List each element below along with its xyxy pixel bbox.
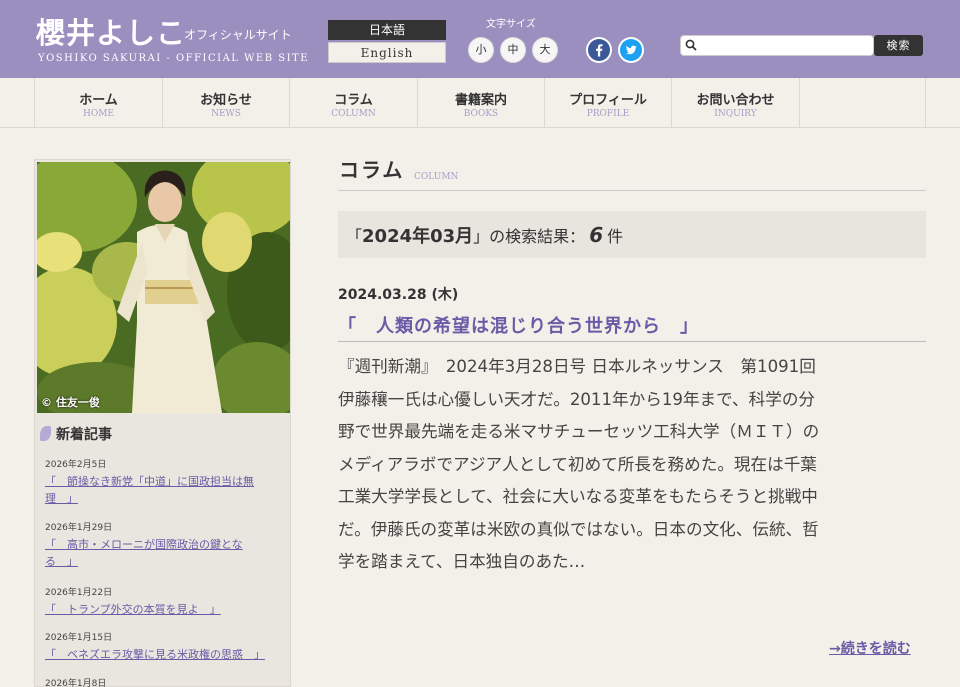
article-divider [338,341,926,342]
nav-item-empty [799,78,926,128]
news-list-item: 2026年2月5日 「 節操なき新党「中道」に国政担当は無理 」 [45,457,283,507]
nav-label-en: COLUMN [331,109,376,119]
news-link-line: る 」 [45,555,78,568]
new-articles-heading-label: 新着記事 [56,427,112,443]
article-line: だ。伊藤氏の変革は米欧の真似ではない。日本の文化、伝統、哲 [338,519,819,539]
title-divider [338,190,926,191]
nav-item-profile[interactable]: プロフィール PROFILE [544,78,671,128]
result-count: 6 [589,223,604,247]
main-nav: ホーム HOME お知らせ NEWS コラム COLUMN 書籍案内 BOOKS… [0,78,960,128]
news-date: 2026年1月29日 [45,523,113,533]
news-link[interactable]: 「 節操なき新党「中道」に国政担当は無理 」 [45,473,283,507]
page-title: コラム [339,158,405,182]
font-medium-button[interactable]: 中 [500,37,526,63]
news-link-line: 「 節操なき新党「中道」に国政担当は無 [45,475,254,488]
nav-label-en: NEWS [211,109,241,119]
news-date: 2026年2月5日 [45,460,107,470]
site-title[interactable]: 櫻井よしこ [36,10,186,52]
article-excerpt: 『週刊新潮』 2024年3月28日号 日本ルネッサンス 第1091回 伊藤穰一氏… [338,351,928,579]
article-date: 2024.03.28 (木) [338,287,459,303]
page-title-en: COLUMN [414,172,459,182]
nav-label-ja: コラム [334,93,373,108]
news-date: 2026年1月15日 [45,633,113,643]
search-icon [685,39,697,51]
nav-label-ja: お問い合わせ [696,93,775,108]
result-query: 2024年03月 [362,226,474,247]
search-result-summary: 「2024年03月」の検索結果： 6 件 [338,211,926,258]
news-link-line: 「 高市・メローニが国際政治の鍵とな [45,538,243,551]
search-input[interactable] [699,37,869,55]
result-prefix: 「 [346,227,363,246]
sidebar: © 住友一俊 新着記事 2026年2月5日 「 節操なき新党「中道」に国政担当は… [34,159,291,687]
facebook-icon [588,39,610,61]
font-size-label: 文字サイズ [486,19,536,30]
news-link-line: 理 」 [45,492,78,505]
article-line: 工業大学学長として、社会に大いなる変革をもたらそうと挑戦中 [338,487,818,506]
article-line: 『週刊新潮』 2024年3月28日号 日本ルネッサンス 第1091回 [338,357,816,376]
news-list-item: 2026年1月15日 「 ベネズエラ攻撃に見る米政権の思惑 」 [45,630,283,663]
facebook-button[interactable] [586,37,612,63]
article-line: 学を踏まえて、日本独自のあた… [338,552,586,571]
news-list-item: 2026年1月8日 [45,676,283,687]
news-date: 2026年1月8日 [45,679,107,687]
nav-label-en: HOME [82,109,114,119]
article-title-link[interactable]: 「 人類の希望は混じり合う世界から 」 [338,312,699,338]
result-suffix: 」の検索結果： [473,227,586,246]
nav-label-en: INQUIRY [714,109,757,119]
nav-label-ja: お知らせ [200,93,252,108]
nav-item-books[interactable]: 書籍案内 BOOKS [417,78,544,128]
nav-item-news[interactable]: お知らせ NEWS [162,78,289,128]
read-more-link[interactable]: →続きを読む [829,638,911,658]
font-small-button[interactable]: 小 [468,37,494,63]
nav-label-ja: プロフィール [569,93,647,108]
news-link[interactable]: 「 ベネズエラ攻撃に見る米政権の思惑 」 [45,646,283,663]
site-title-sub: オフィシャルサイト [184,28,292,42]
news-link[interactable]: 「 高市・メローニが国際政治の鍵となる 」 [45,536,283,570]
news-date: 2026年1月22日 [45,588,113,598]
leaf-icon [40,426,51,441]
twitter-icon [620,39,642,61]
nav-label-en: BOOKS [463,109,499,119]
search-button[interactable]: 検索 [874,35,923,56]
site-title-en: YOSHIKO SAKURAI - OFFICIAL WEB SITE [38,53,309,64]
nav-item-inquiry[interactable]: お問い合わせ INQUIRY [671,78,799,128]
article-line: 伊藤穰一氏は心優しい天才だ。2011年から19年まで、科学の分 [338,389,816,409]
site-header: 櫻井よしこ オフィシャルサイト YOSHIKO SAKURAI - OFFICI… [0,0,960,78]
nav-label-ja: 書籍案内 [454,93,507,108]
nav-label-en: PROFILE [586,109,630,119]
photo-credit: © 住友一俊 [41,396,100,409]
nav-label-ja: ホーム [79,93,118,108]
article-line: 野で世界最先端を走る米マサチューセッツ工科大学（ＭＩＴ）の [338,422,820,441]
article-line: メディアラボでアジア人として初めて所長を務めた。現在は千葉 [338,454,817,474]
font-large-button[interactable]: 大 [532,37,558,63]
search-result-text: 「2024年03月」の検索結果： 6 件 [346,222,623,248]
profile-photo-image [37,162,290,413]
nav-item-column[interactable]: コラム COLUMN [289,78,417,128]
twitter-button[interactable] [618,37,644,63]
nav-item-home[interactable]: ホーム HOME [34,78,162,128]
new-articles-heading: 新着記事 [40,424,112,444]
profile-photo: © 住友一俊 [37,162,290,413]
news-list-item: 2026年1月22日 「 トランプ外交の本質を見よ 」 [45,585,283,618]
result-unit: 件 [607,227,624,246]
lang-japanese-button[interactable]: 日本語 [328,20,446,40]
search-box [680,35,874,56]
news-list-item: 2026年1月29日 「 高市・メローニが国際政治の鍵となる 」 [45,520,283,570]
news-link[interactable]: 「 トランプ外交の本質を見よ 」 [45,601,283,618]
lang-english-button[interactable]: English [328,42,446,63]
